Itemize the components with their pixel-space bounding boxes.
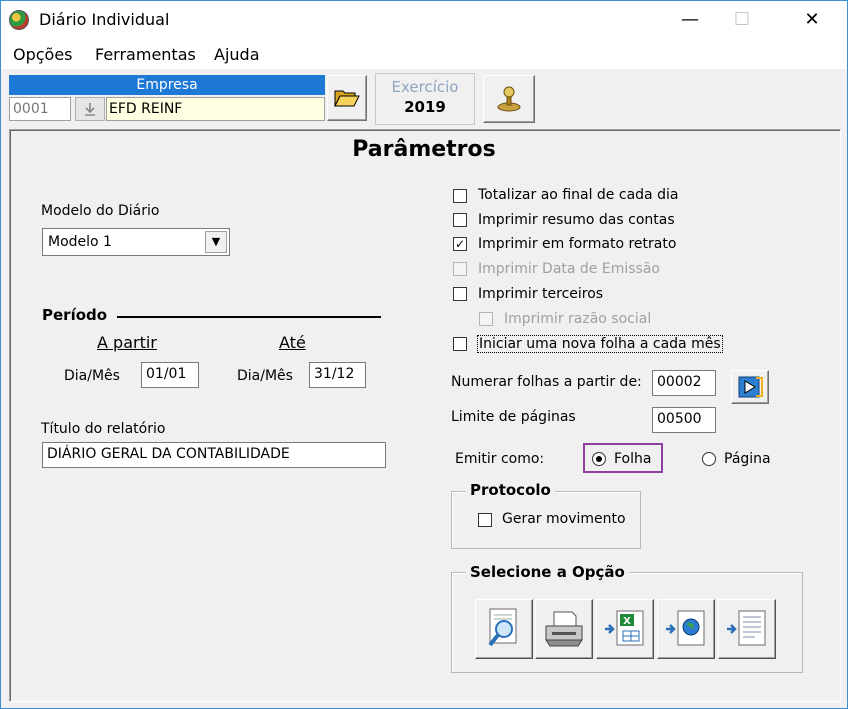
- magnifier-preview-icon: [488, 608, 517, 647]
- radio-folha-label[interactable]: Folha: [614, 451, 651, 467]
- menu-bar: Opções Ferramentas Ajuda: [1, 39, 847, 69]
- window-title: Diário Individual: [39, 10, 170, 29]
- periodo-heading: Período: [42, 306, 108, 324]
- periodo-from-heading: A partir: [97, 333, 157, 352]
- chk-gerar-movimento-label[interactable]: Gerar movimento: [502, 511, 626, 527]
- chk-data-emissao-label: Imprimir Data de Emissão: [478, 261, 660, 277]
- globe-export-icon: [666, 610, 705, 646]
- modelo-select[interactable]: Modelo 1 ▼: [42, 228, 230, 256]
- chk-retrato-label[interactable]: Imprimir em formato retrato: [478, 236, 676, 252]
- chk-razao-social-label: Imprimir razão social: [504, 311, 652, 327]
- panel-title: Parâmetros: [352, 137, 496, 162]
- selecione-title: Selecione a Opção: [466, 563, 629, 581]
- from-date-field[interactable]: 01/01: [141, 362, 199, 388]
- modelo-label: Modelo do Diário: [41, 203, 160, 219]
- folder-open-icon: [334, 90, 360, 107]
- exercicio-box[interactable]: Exercício 2019: [375, 73, 475, 125]
- title-bar: Diário Individual — ☐ ✕: [1, 1, 847, 39]
- empresa-lookup-button[interactable]: [75, 97, 105, 121]
- to-date-field[interactable]: 31/12: [309, 362, 366, 388]
- numerar-label: Numerar folhas a partir de:: [451, 374, 642, 390]
- chk-gerar-movimento[interactable]: [478, 513, 492, 527]
- menu-ferramentas[interactable]: Ferramentas: [95, 45, 196, 64]
- chk-nova-folha-label[interactable]: Iniciar uma nova folha a cada mês: [477, 335, 723, 353]
- radio-pagina-label[interactable]: Página: [724, 451, 771, 467]
- export-web-button[interactable]: [657, 599, 715, 659]
- from-daymonth-label: Dia/Mês: [64, 368, 120, 384]
- chk-resumo-label[interactable]: Imprimir resumo das contas: [478, 212, 675, 228]
- limite-label: Limite de páginas: [451, 409, 576, 425]
- emitir-label: Emitir como:: [455, 451, 545, 467]
- close-button[interactable]: ✕: [789, 1, 835, 39]
- play-forward-icon: [738, 376, 763, 398]
- radio-folha[interactable]: [592, 452, 606, 466]
- download-arrow-icon: [85, 103, 95, 116]
- numerar-action-button[interactable]: [731, 370, 769, 404]
- preview-button[interactable]: [475, 599, 533, 659]
- limite-field[interactable]: 00500: [652, 407, 716, 433]
- chk-terceiros[interactable]: [453, 287, 467, 301]
- print-button[interactable]: [535, 599, 593, 659]
- modelo-selected-value: Modelo 1: [48, 234, 112, 250]
- empresa-code-field[interactable]: 0001: [9, 97, 71, 121]
- app-icon: [9, 10, 29, 30]
- empresa-name-field[interactable]: EFD REINF: [106, 97, 325, 121]
- export-text-button[interactable]: [718, 599, 776, 659]
- export-excel-button[interactable]: X: [596, 599, 654, 659]
- chk-totalizar-label[interactable]: Totalizar ao final de cada dia: [478, 187, 678, 203]
- minimize-button[interactable]: —: [667, 1, 713, 39]
- excel-export-icon: X: [605, 610, 644, 646]
- empresa-header: Empresa: [9, 75, 325, 95]
- chk-resumo[interactable]: [453, 213, 467, 227]
- menu-opcoes[interactable]: Opções: [13, 45, 73, 64]
- config-button[interactable]: [483, 75, 535, 123]
- periodo-divider: [117, 316, 381, 318]
- exercicio-label: Exercício: [391, 78, 459, 96]
- periodo-to-heading: Até: [279, 333, 306, 352]
- to-daymonth-label: Dia/Mês: [237, 368, 293, 384]
- menu-ajuda[interactable]: Ajuda: [214, 45, 260, 64]
- text-document-export-icon: [727, 610, 766, 646]
- titulo-label: Título do relatório: [41, 421, 166, 437]
- exercicio-year: 2019: [404, 98, 446, 116]
- chk-razao-social: [479, 312, 493, 326]
- protocolo-title: Protocolo: [466, 481, 555, 499]
- open-folder-button[interactable]: [327, 75, 367, 121]
- chk-nova-folha[interactable]: [453, 337, 467, 351]
- numerar-field[interactable]: 00002: [652, 370, 716, 396]
- printer-icon: [545, 611, 583, 647]
- radio-pagina[interactable]: [702, 452, 716, 466]
- joystick-icon: [497, 86, 521, 112]
- chk-data-emissao: [453, 262, 467, 276]
- chk-totalizar[interactable]: [453, 189, 467, 203]
- svg-text:X: X: [623, 616, 631, 627]
- chevron-down-icon[interactable]: ▼: [205, 231, 227, 253]
- chk-retrato[interactable]: ✓: [453, 237, 467, 251]
- maximize-button[interactable]: ☐: [719, 1, 765, 39]
- titulo-field[interactable]: DIÁRIO GERAL DA CONTABILIDADE: [42, 442, 386, 468]
- empresa-selector: Empresa 0001 EFD REINF: [9, 75, 325, 123]
- chk-terceiros-label[interactable]: Imprimir terceiros: [478, 286, 603, 302]
